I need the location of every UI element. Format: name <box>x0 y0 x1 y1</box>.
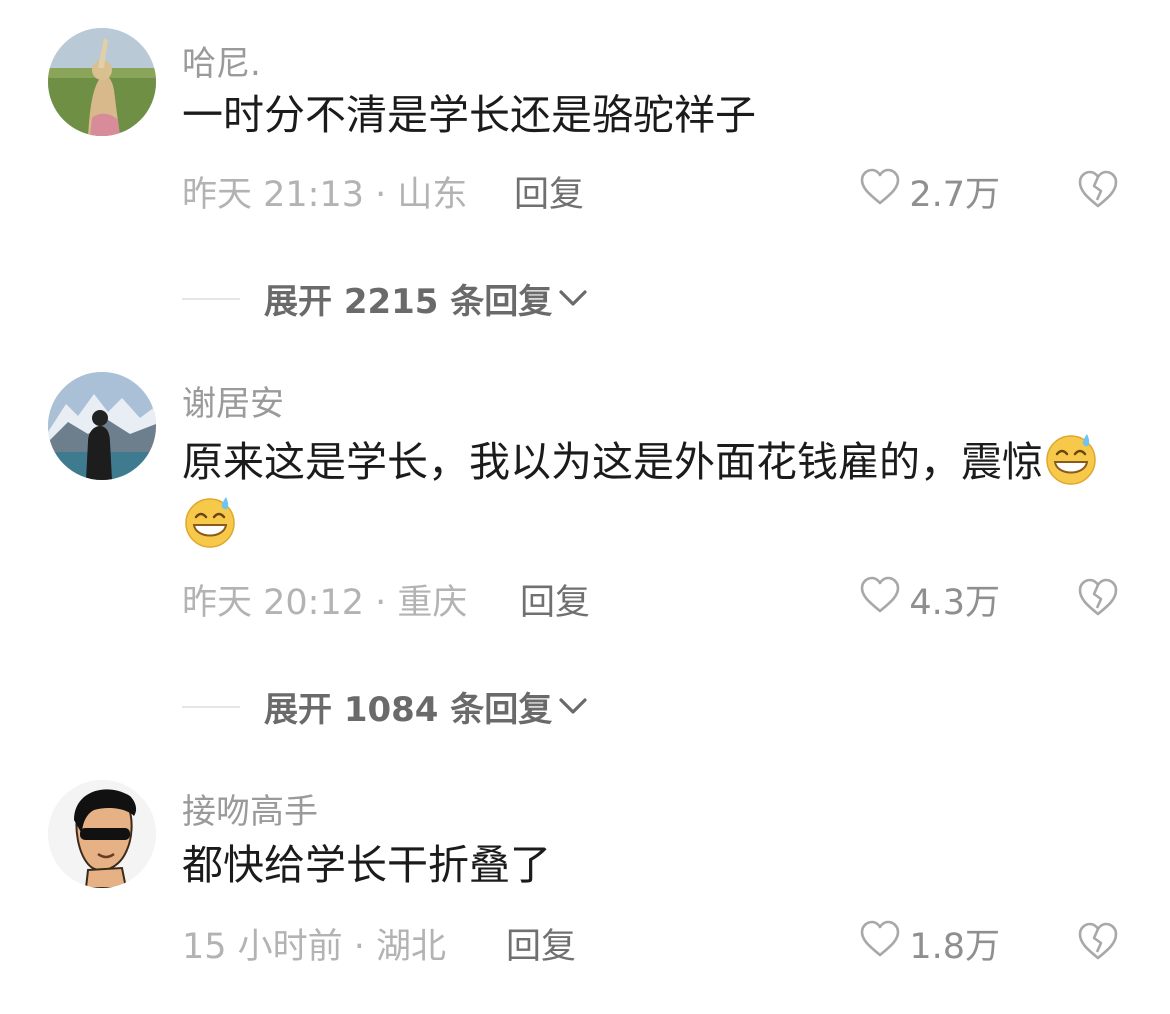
like-count: 1.8万 <box>909 927 1000 967</box>
grinning-sweat-emoji-icon <box>1043 430 1099 486</box>
avatar[interactable] <box>48 780 156 888</box>
avatar[interactable] <box>48 28 156 136</box>
chevron-down-icon <box>552 687 590 727</box>
comment-text: 都快给学长干折叠了 <box>182 841 551 889</box>
avatar-image <box>48 780 156 888</box>
username[interactable]: 接吻高手 <box>182 784 318 833</box>
expand-replies-label: 展开 2215 条回复 <box>264 282 553 322</box>
broken-heart-icon <box>1076 920 1120 962</box>
like-count: 4.3万 <box>909 583 1000 623</box>
chevron-down-icon <box>552 279 590 319</box>
comment-text: 一时分不清是学长还是骆驼祥子 <box>182 91 756 139</box>
username[interactable]: 谢居安 <box>182 376 284 425</box>
comment-text-content: 原来这是学长，我以为这是外面花钱雇的，震惊 <box>182 438 1043 486</box>
divider-line <box>182 297 240 300</box>
like-button[interactable]: 4.3万 <box>859 574 1000 625</box>
comment-meta: 15 小时前 · 湖北 <box>182 927 447 967</box>
like-count: 2.7万 <box>909 175 1000 215</box>
avatar-image <box>48 372 156 480</box>
expand-replies-label: 展开 1084 条回复 <box>264 690 553 730</box>
expand-replies-button[interactable]: 展开 1084 条回复 <box>182 682 590 731</box>
divider-line <box>182 705 240 708</box>
avatar-image <box>48 28 156 136</box>
avatar[interactable] <box>48 372 156 480</box>
comment-text: 原来这是学长，我以为这是外面花钱雇的，震惊 <box>182 430 1112 556</box>
dislike-button[interactable] <box>1076 576 1120 618</box>
dislike-button[interactable] <box>1076 168 1120 210</box>
broken-heart-icon <box>1076 168 1120 210</box>
expand-replies-button[interactable]: 展开 2215 条回复 <box>182 274 590 323</box>
username[interactable]: 哈尼. <box>182 36 261 85</box>
heart-outline-icon <box>859 167 901 216</box>
reply-button[interactable]: 回复 <box>520 574 590 625</box>
heart-outline-icon <box>859 919 901 968</box>
comment-meta: 昨天 20:12 · 重庆 <box>182 583 468 623</box>
like-button[interactable]: 1.8万 <box>859 918 1000 969</box>
reply-button[interactable]: 回复 <box>506 918 576 969</box>
reply-button[interactable]: 回复 <box>514 166 584 217</box>
comment-meta: 昨天 21:13 · 山东 <box>182 175 468 215</box>
broken-heart-icon <box>1076 576 1120 618</box>
heart-outline-icon <box>859 575 901 624</box>
dislike-button[interactable] <box>1076 920 1120 962</box>
grinning-sweat-emoji-icon <box>182 493 238 549</box>
like-button[interactable]: 2.7万 <box>859 166 1000 217</box>
